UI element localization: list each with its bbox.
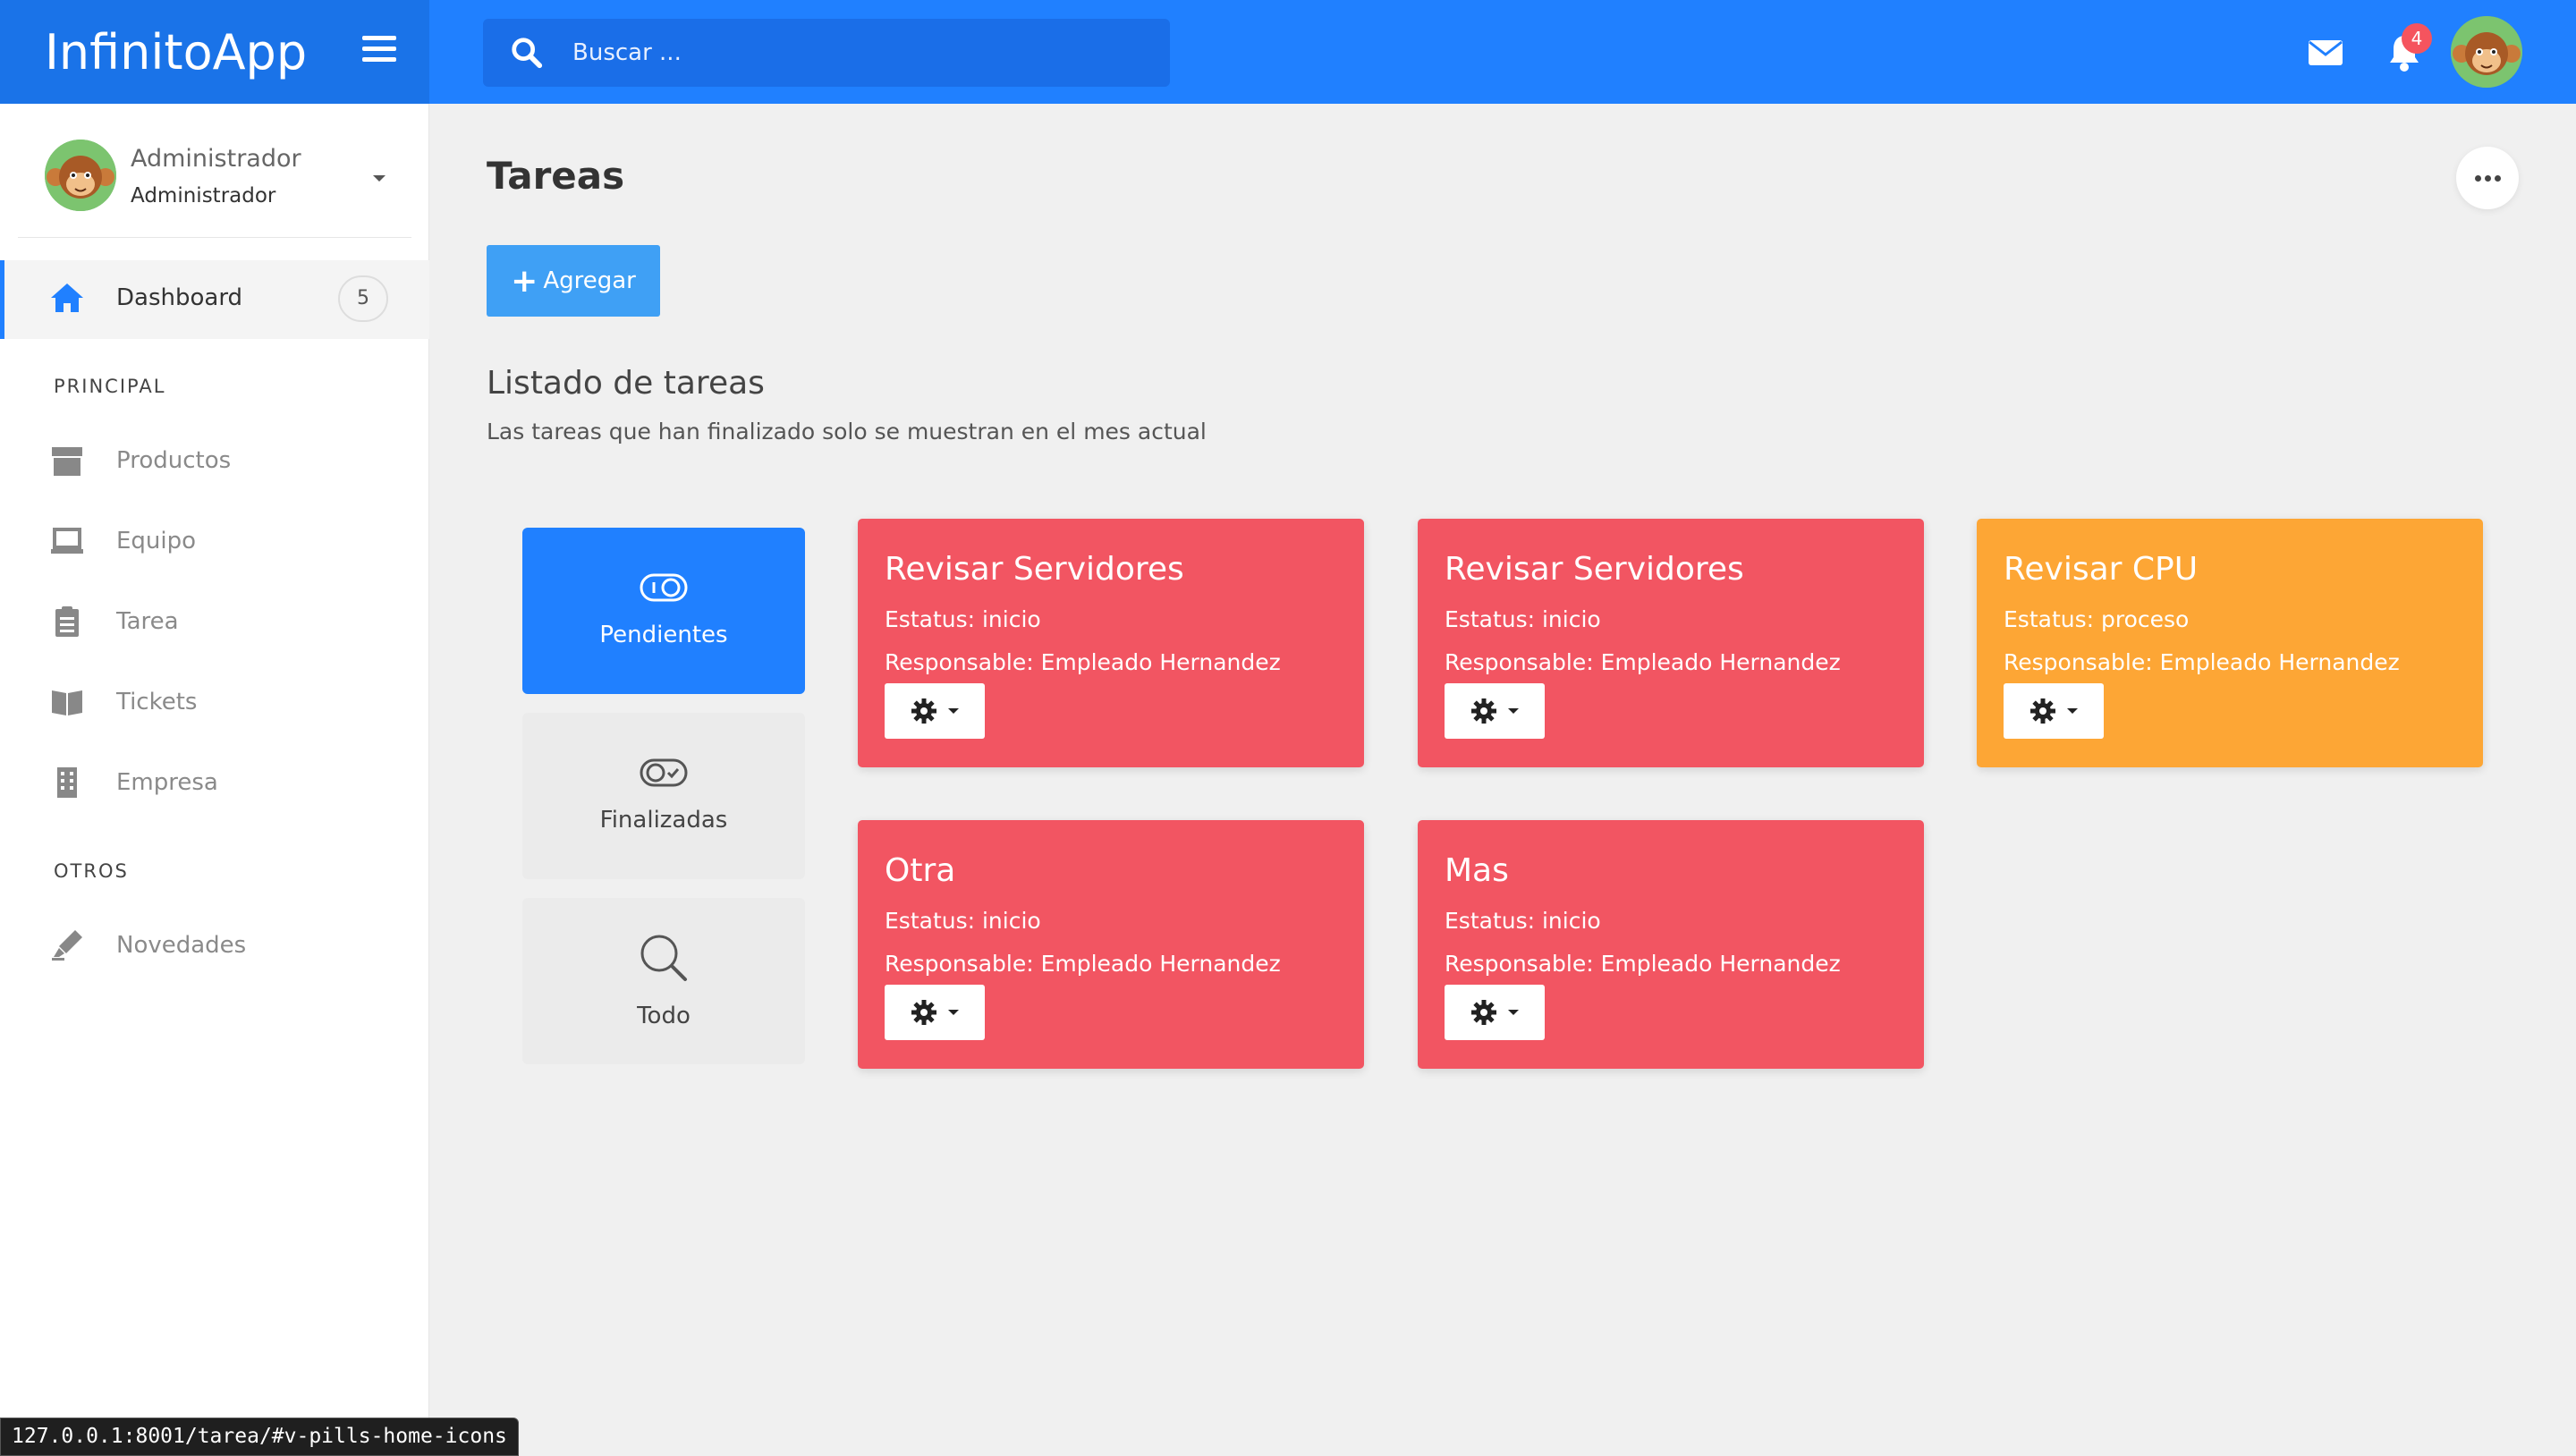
- laptop-icon: [51, 528, 83, 554]
- task-options-button[interactable]: [885, 985, 985, 1040]
- gear-icon: [911, 698, 936, 724]
- task-responsible: Responsable: Empleado Hernandez: [885, 951, 1281, 977]
- toggle-off-icon: [640, 573, 688, 602]
- chevron-down-icon: [1508, 708, 1519, 714]
- chevron-down-icon[interactable]: [373, 175, 386, 182]
- user-name: Administrador: [131, 145, 301, 173]
- sidebar-item-tarea[interactable]: Tarea: [0, 590, 429, 653]
- task-card: Revisar CPU Estatus: proceso Responsable…: [1977, 519, 2483, 767]
- search-input[interactable]: Buscar ...: [483, 19, 1170, 87]
- task-responsible: Responsable: Empleado Hernandez: [885, 649, 1281, 675]
- task-options-button[interactable]: [2004, 683, 2104, 739]
- search-placeholder: Buscar ...: [572, 39, 682, 66]
- tab-todo[interactable]: Todo: [522, 898, 805, 1064]
- user-avatar[interactable]: [2451, 16, 2522, 88]
- sidebar-item-label: Tickets: [116, 689, 198, 715]
- sidebar-item-label: Productos: [116, 447, 232, 474]
- task-status: Estatus: inicio: [885, 606, 1041, 632]
- book-icon: [52, 690, 82, 715]
- sidebar-item-productos[interactable]: Productos: [0, 429, 429, 492]
- user-panel[interactable]: Administrador Administrador: [18, 125, 411, 238]
- chevron-down-icon: [948, 708, 959, 714]
- task-title: Revisar Servidores: [885, 551, 1184, 588]
- page-title: Tareas: [487, 154, 625, 198]
- sidebar: Administrador Administrador Dashboard 5 …: [0, 104, 429, 1456]
- sidebar-item-equipo[interactable]: Equipo: [0, 510, 429, 572]
- search-icon: [512, 38, 543, 69]
- task-card: Mas Estatus: inicio Responsable: Emplead…: [1418, 820, 1924, 1069]
- task-title: Revisar CPU: [2004, 551, 2199, 588]
- pill-label: Pendientes: [599, 622, 728, 648]
- tab-pendientes[interactable]: Pendientes: [522, 528, 805, 694]
- task-status: Estatus: proceso: [2004, 606, 2190, 632]
- top-navbar: Buscar ...: [429, 0, 2576, 104]
- task-title: Revisar Servidores: [1445, 551, 1744, 588]
- chevron-down-icon: [948, 1010, 959, 1015]
- avatar: [45, 140, 116, 211]
- sidebar-item-label: Novedades: [116, 932, 247, 959]
- task-options-button[interactable]: [1445, 683, 1545, 739]
- user-role: Administrador: [131, 184, 276, 207]
- sidebar-item-empresa[interactable]: Empresa: [0, 751, 429, 814]
- sidebar-item-novedades[interactable]: Novedades: [0, 914, 429, 977]
- add-button-label: Agregar: [543, 267, 636, 294]
- building-icon: [57, 767, 77, 798]
- toggle-on-icon: [640, 758, 688, 787]
- list-title: Listado de tareas: [487, 365, 765, 402]
- dashboard-count-badge: 5: [338, 275, 388, 322]
- task-card: Otra Estatus: inicio Responsable: Emplea…: [858, 820, 1364, 1069]
- gear-icon: [1471, 698, 1496, 724]
- pill-label: Finalizadas: [599, 807, 728, 834]
- sidebar-item-tickets[interactable]: Tickets: [0, 671, 429, 733]
- list-subtitle: Las tareas que han finalizado solo se mu…: [487, 419, 1207, 444]
- task-title: Mas: [1445, 852, 1509, 889]
- sidebar-item-label: Tarea: [116, 608, 179, 635]
- gear-icon: [1471, 1000, 1496, 1025]
- task-responsible: Responsable: Empleado Hernandez: [1445, 951, 1841, 977]
- search-icon: [640, 935, 687, 981]
- clipboard-icon: [55, 606, 79, 637]
- mail-icon[interactable]: [2308, 39, 2343, 66]
- gear-icon: [2030, 698, 2055, 724]
- task-options-button[interactable]: [1445, 985, 1545, 1040]
- task-status: Estatus: inicio: [1445, 908, 1601, 934]
- tab-finalizadas[interactable]: Finalizadas: [522, 713, 805, 879]
- plus-icon: +: [511, 262, 538, 300]
- more-options-button[interactable]: [2456, 147, 2519, 209]
- task-responsible: Responsable: Empleado Hernandez: [1445, 649, 1841, 675]
- pill-label: Todo: [637, 1003, 691, 1029]
- gear-icon: [911, 1000, 936, 1025]
- task-card: Revisar Servidores Estatus: inicio Respo…: [858, 519, 1364, 767]
- task-title: Otra: [885, 852, 956, 889]
- notification-badge: 4: [2402, 23, 2432, 54]
- highlighter-icon: [52, 930, 82, 961]
- app-name[interactable]: InfinitoApp: [45, 24, 307, 80]
- home-icon: [51, 284, 83, 312]
- box-icon: [52, 447, 82, 476]
- section-title-principal: PRINCIPAL: [54, 376, 166, 397]
- sidebar-item-label: Dashboard: [116, 284, 243, 311]
- task-options-button[interactable]: [885, 683, 985, 739]
- brand-bar: InfinitoApp: [0, 0, 429, 104]
- chevron-down-icon: [1508, 1010, 1519, 1015]
- menu-toggle-icon[interactable]: [362, 36, 396, 63]
- chevron-down-icon: [2067, 708, 2078, 714]
- sidebar-item-dashboard[interactable]: Dashboard 5: [0, 260, 429, 339]
- status-bar-url: 127.0.0.1:8001/tarea/#v-pills-home-icons: [0, 1418, 519, 1456]
- add-task-button[interactable]: + Agregar: [487, 245, 660, 317]
- section-title-otros: OTROS: [54, 860, 129, 882]
- task-status: Estatus: inicio: [885, 908, 1041, 934]
- sidebar-item-label: Empresa: [116, 769, 218, 796]
- task-status: Estatus: inicio: [1445, 606, 1601, 632]
- sidebar-item-label: Equipo: [116, 528, 197, 554]
- task-card: Revisar Servidores Estatus: inicio Respo…: [1418, 519, 1924, 767]
- task-responsible: Responsable: Empleado Hernandez: [2004, 649, 2400, 675]
